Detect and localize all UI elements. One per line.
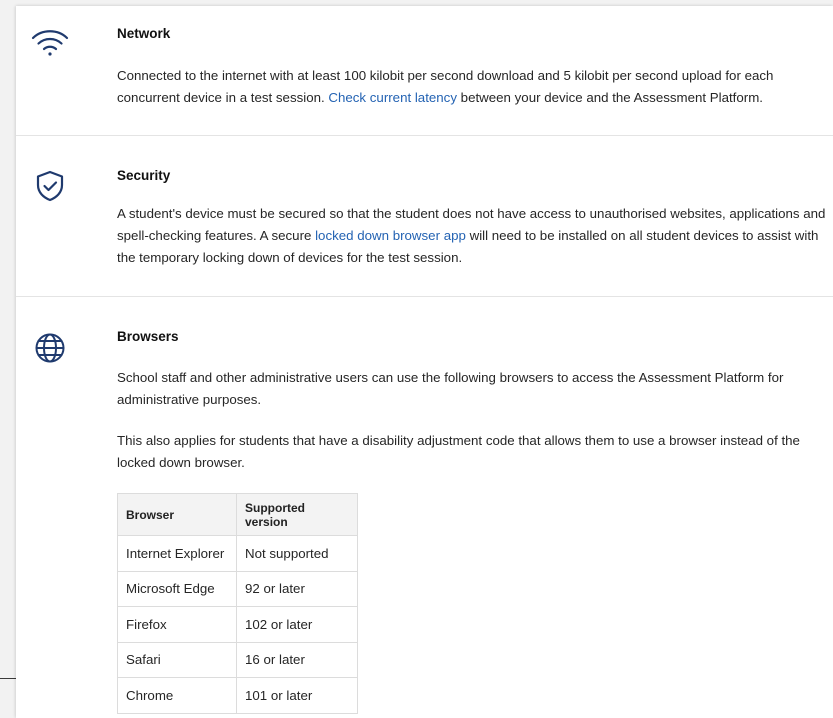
supported-version-cell: 102 or later (236, 606, 358, 643)
browsers-heading: Browsers (117, 329, 179, 344)
network-description: Connected to the internet with at least … (117, 68, 774, 105)
table-row: Firefox 102 or later (117, 606, 358, 643)
supported-browsers-table: Browser Supported version Internet Explo… (117, 493, 358, 714)
section-divider (16, 296, 833, 297)
table-header-row: Browser Supported version (117, 493, 358, 536)
wifi-icon (30, 24, 70, 64)
browser-name-cell: Internet Explorer (117, 535, 237, 572)
supported-version-cell: 16 or later (236, 641, 358, 678)
browser-name-cell: Chrome (117, 677, 237, 714)
check-latency-link[interactable]: Check current latency (328, 90, 457, 105)
requirements-card: Network Connected to the internet with a… (16, 6, 833, 718)
table-row: Safari 16 or later (117, 641, 358, 678)
security-heading: Security (117, 168, 171, 183)
browsers-students-paragraph: This also applies for students that have… (117, 433, 800, 470)
table-row: Microsoft Edge 92 or later (117, 570, 358, 607)
shield-check-icon (30, 166, 70, 206)
globe-icon (30, 328, 70, 368)
locked-down-browser-link[interactable]: locked down browser app (315, 228, 466, 243)
browsers-admin-paragraph: School staff and other administrative us… (117, 370, 784, 407)
section-divider (16, 135, 833, 136)
browser-name-cell: Safari (117, 641, 237, 678)
network-heading: Network (117, 26, 171, 41)
security-description: A student's device must be secured so th… (117, 206, 826, 265)
supported-version-cell: 92 or later (236, 570, 358, 607)
browser-name-cell: Firefox (117, 606, 237, 643)
column-header-browser: Browser (117, 493, 237, 536)
browser-name-cell: Microsoft Edge (117, 570, 237, 607)
supported-version-cell: Not supported (236, 535, 358, 572)
column-header-supported-version: Supported version (236, 493, 358, 536)
table-row: Chrome 101 or later (117, 677, 358, 714)
table-row: Internet Explorer Not supported (117, 535, 358, 572)
supported-version-cell: 101 or later (236, 677, 358, 714)
left-edge-line (0, 678, 16, 679)
